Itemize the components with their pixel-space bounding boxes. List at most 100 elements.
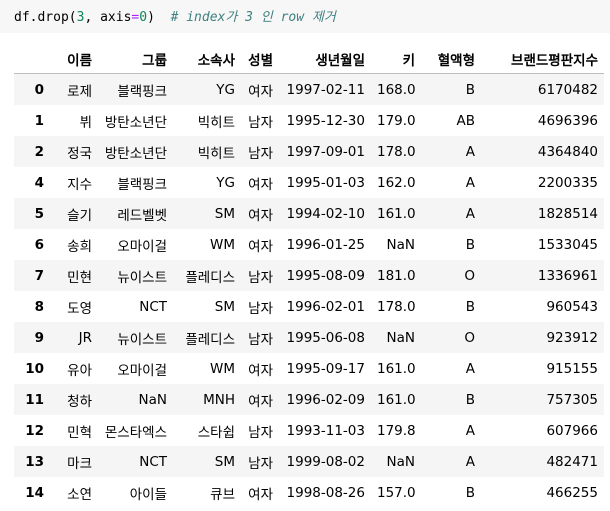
table-cell: 162.0 (377, 174, 416, 191)
table-cell: B (465, 236, 475, 253)
table-cell: 레드벨벳 (117, 207, 167, 224)
table-cell: 915155 (546, 360, 598, 377)
table-row: 9 JR 뉴이스트 플레디스 남자 1995-06-08 NaN O 923912 (14, 322, 604, 353)
code-comment: # index가 3 인 row 제거 (170, 10, 336, 25)
table-cell: 여자 (248, 393, 273, 410)
table-cell: NaN (386, 329, 415, 346)
row-index: 8 (34, 298, 44, 315)
table-cell: 179.8 (377, 422, 416, 439)
table-cell: NCT (139, 298, 167, 315)
dataframe-table: 이름 그룹 소속사 성별 생년월일 키 혈액형 브랜드평판지수 0 로제 블랙핑크 Y… (14, 44, 604, 508)
table-cell: 스타쉽 (197, 424, 235, 441)
table-cell: 남자 (248, 424, 273, 441)
table-cell: B (465, 484, 475, 501)
table-cell: 1995-01-03 (286, 174, 365, 191)
table-cell: 1997-09-01 (286, 143, 365, 160)
column-header: 혈액형 (421, 44, 481, 74)
table-cell: 157.0 (377, 484, 416, 501)
code-cell[interactable]: df.drop(3, axis=0) # index가 3 인 row 제거 (0, 0, 610, 33)
code-prefix: df.drop( (14, 10, 77, 25)
table-cell: 1993-11-03 (286, 422, 365, 439)
table-cell: 뷔 (79, 114, 92, 131)
table-cell: 유아 (67, 362, 92, 379)
table-cell: 161.0 (377, 205, 416, 222)
table-cell: 1996-01-25 (286, 236, 365, 253)
table-cell: 161.0 (377, 391, 416, 408)
table-cell: NaN (386, 236, 415, 253)
table-body: 0 로제 블랙핑크 YG 여자 1997-02-11 168.0 B 6170482 1 뷔 방탄소년… (14, 73, 604, 508)
table-cell: 1999-08-02 (286, 453, 365, 470)
row-index: 1 (34, 112, 44, 129)
table-cell: 소연 (67, 486, 92, 503)
row-index: 4 (34, 174, 44, 191)
column-header: 생년월일 (279, 44, 371, 74)
column-header: 소속사 (173, 44, 241, 74)
table-cell: SM (214, 205, 235, 222)
table-cell: 여자 (248, 238, 273, 255)
table-row: 8 도영 NCT SM 남자 1996-02-01 178.0 B 960543 (14, 291, 604, 322)
row-index: 2 (34, 143, 44, 160)
table-cell: 178.0 (377, 298, 416, 315)
table-cell: 블랙핑크 (117, 176, 167, 193)
table-cell: 블랙핑크 (117, 83, 167, 100)
table-cell: 아이들 (129, 486, 167, 503)
table-cell: 남자 (248, 300, 273, 317)
table-cell: A (465, 174, 475, 191)
table-cell: 1533045 (537, 236, 598, 253)
table-cell: 923912 (546, 329, 598, 346)
table-cell: 여자 (248, 362, 273, 379)
column-header: 그룹 (98, 44, 173, 74)
table-cell: 607966 (546, 422, 598, 439)
table-cell: 1995-08-09 (286, 267, 365, 284)
table-cell: 남자 (248, 145, 273, 162)
table-cell: 6170482 (537, 81, 598, 98)
table-cell: 방탄소년단 (104, 114, 167, 131)
table-row: 12 민혁 몬스타엑스 스타쉽 남자 1993-11-03 179.8 A 607966 (14, 415, 604, 446)
row-index: 14 (25, 484, 44, 501)
table-cell: 정국 (67, 145, 92, 162)
table-cell: 1996-02-09 (286, 391, 365, 408)
table-cell: 여자 (248, 83, 273, 100)
table-cell: YG (216, 81, 235, 98)
table-row: 2 정국 방탄소년단 빅히트 남자 1997-09-01 178.0 A 4364840 (14, 136, 604, 167)
column-header: 이름 (50, 44, 98, 74)
table-cell: WM (210, 236, 235, 253)
table-cell: B (465, 298, 475, 315)
table-cell: 몬스타엑스 (104, 424, 167, 441)
table-cell: O (464, 329, 475, 346)
table-cell: B (465, 81, 475, 98)
table-row: 10 유아 오마이걸 WM 여자 1995-09-17 161.0 A 915155 (14, 353, 604, 384)
table-cell: 큐브 (210, 486, 235, 503)
table-cell: 4364840 (537, 143, 598, 160)
header-row: 이름 그룹 소속사 성별 생년월일 키 혈액형 브랜드평판지수 (14, 44, 604, 74)
table-cell: 청하 (67, 393, 92, 410)
table-row: 11 청하 NaN MNH 여자 1996-02-09 161.0 B 757305 (14, 384, 604, 415)
table-cell: 도영 (67, 300, 92, 317)
table-row: 6 송희 오마이걸 WM 여자 1996-01-25 NaN B 1533045 (14, 229, 604, 260)
table-cell: 1828514 (537, 205, 598, 222)
code-line: df.drop(3, axis=0) # index가 3 인 row 제거 (14, 6, 336, 25)
table-cell: YG (216, 174, 235, 191)
table-cell: O (464, 267, 475, 284)
table-row: 13 마크 NCT SM 남자 1999-08-02 NaN A 482471 (14, 446, 604, 477)
column-header: 성별 (241, 44, 279, 74)
row-index: 13 (25, 453, 44, 470)
table-cell: 168.0 (377, 81, 416, 98)
table-row: 1 뷔 방탄소년단 빅히트 남자 1995-12-30 179.0 AB 4696396 (14, 105, 604, 136)
table-cell: 1994-02-10 (286, 205, 365, 222)
table-cell: A (465, 422, 475, 439)
table-cell: SM (214, 298, 235, 315)
table-cell: 757305 (546, 391, 598, 408)
table-cell: 2200335 (537, 174, 598, 191)
table-row: 14 소연 아이들 큐브 여자 1998-08-26 157.0 B 466255 (14, 477, 604, 508)
table-cell: 1336961 (537, 267, 598, 284)
column-header: 키 (371, 44, 421, 74)
table-cell: 플레디스 (185, 331, 235, 348)
table-cell: 여자 (248, 486, 273, 503)
row-index: 10 (25, 360, 44, 377)
table-cell: 179.0 (377, 112, 416, 129)
table-cell: 1997-02-11 (286, 81, 365, 98)
table-cell: 남자 (248, 331, 273, 348)
table-cell: 178.0 (377, 143, 416, 160)
table-cell: 마크 (67, 455, 92, 472)
